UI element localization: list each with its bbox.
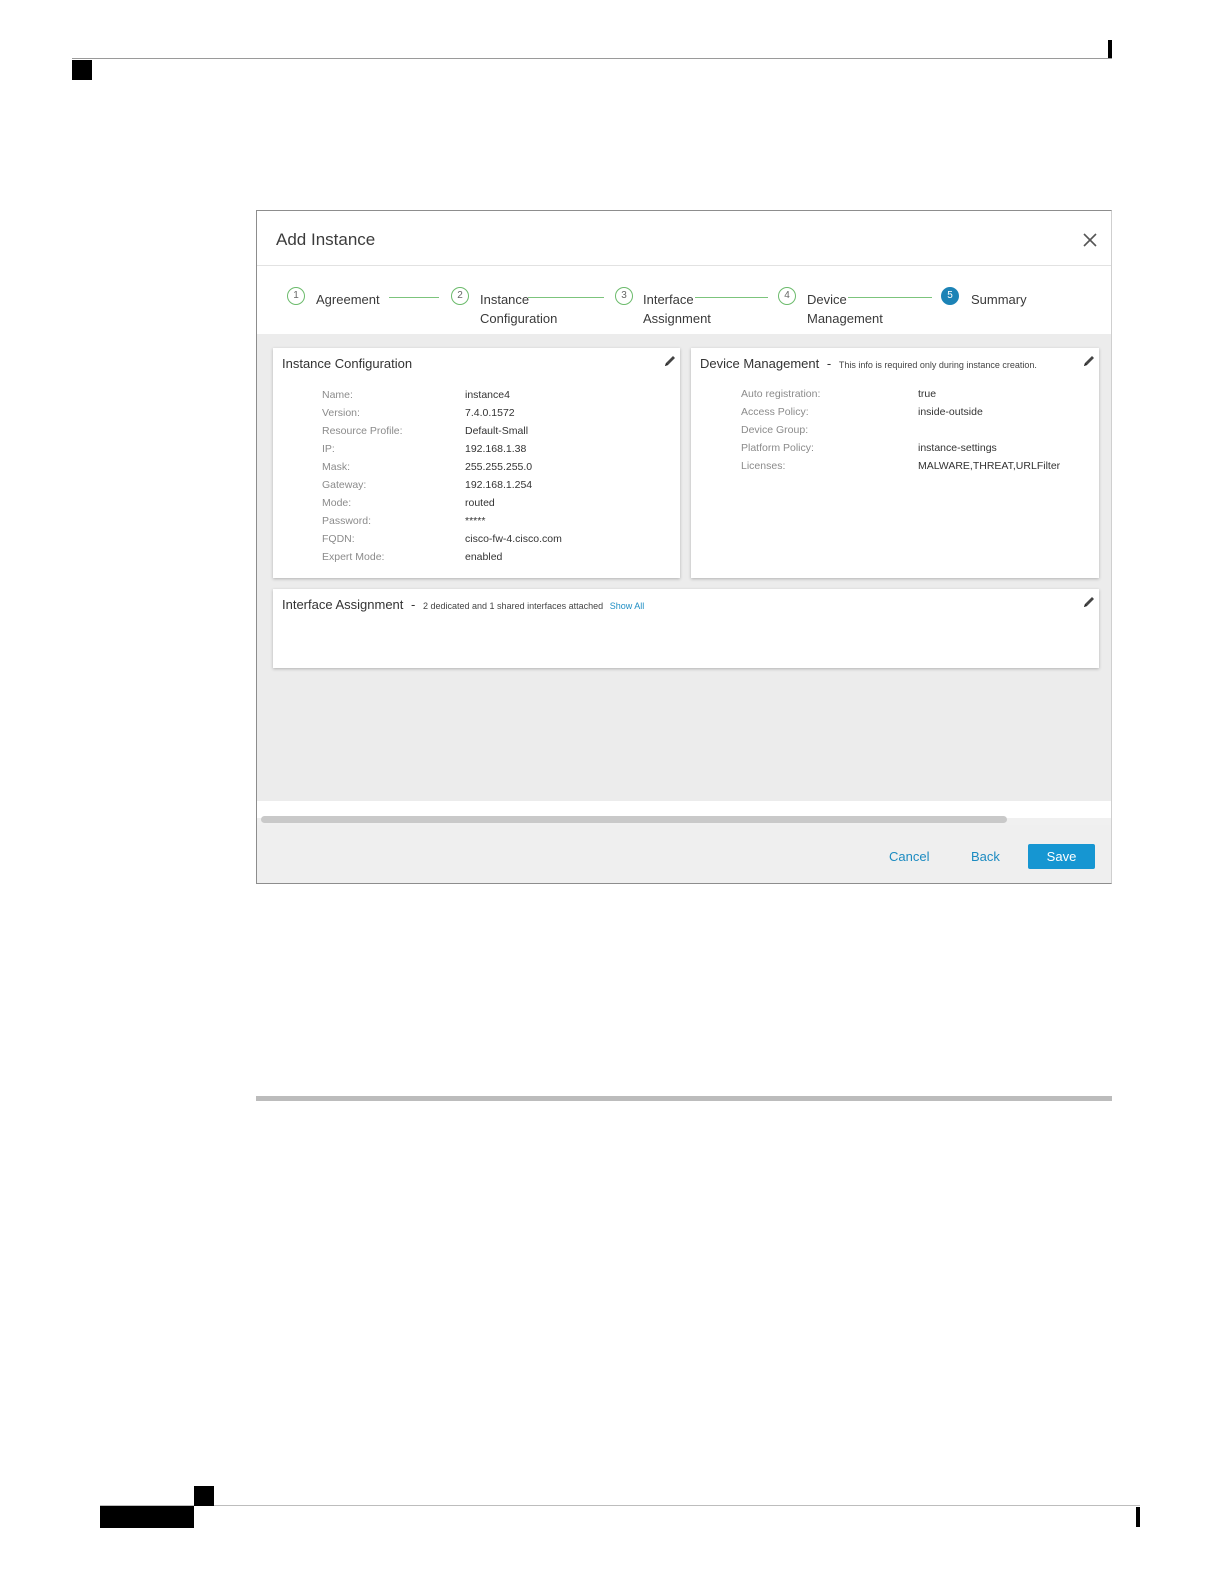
step-2-label[interactable]: Instance Configuration [480, 290, 557, 328]
step-1-label-line1: Agreement [316, 292, 380, 307]
step-4-label[interactable]: Device Management [807, 290, 883, 328]
field-label: Gateway: [322, 479, 367, 491]
field-label: FQDN: [322, 533, 355, 545]
field-label: Mask: [322, 461, 351, 473]
field-value: instance-settings [918, 442, 997, 454]
field-label: Resource Profile: [322, 425, 403, 437]
page-footer-tick [1136, 1507, 1140, 1527]
page-footer-rule [100, 1505, 1140, 1506]
field-value: MALWARE,THREAT,URLFilter [918, 460, 1061, 472]
show-all-link[interactable]: Show All [610, 601, 645, 611]
title-separator: - [826, 356, 832, 371]
step-1-circle[interactable]: 1 [287, 287, 305, 305]
page-footer-marker [100, 1506, 194, 1528]
save-button[interactable]: Save [1028, 844, 1095, 869]
field-value: enabled [465, 551, 503, 563]
field-label: Access Policy: [741, 406, 809, 418]
interface-assignment-title: Interface Assignment - 2 dedicated and 1… [282, 597, 644, 612]
step-4-label-line1: Device [807, 292, 847, 307]
device-management-title: Device Management - This info is require… [700, 356, 1037, 371]
cancel-button[interactable]: Cancel [889, 849, 929, 864]
back-button[interactable]: Back [971, 849, 1000, 864]
interface-assignment-card: Interface Assignment - 2 dedicated and 1… [273, 589, 1099, 668]
device-management-card: Device Management - This info is require… [691, 348, 1099, 578]
field-value: routed [465, 497, 495, 509]
page-header-tick [1108, 40, 1112, 58]
field-label: Auto registration: [741, 388, 821, 400]
step-3-label-line1: Interface [643, 292, 694, 307]
interface-assignment-note: 2 dedicated and 1 shared interfaces atta… [423, 601, 604, 611]
pencil-icon[interactable] [663, 354, 677, 368]
field-value: 192.168.1.38 [465, 443, 527, 455]
step-1-label[interactable]: Agreement [316, 290, 380, 309]
title-separator: - [411, 597, 416, 612]
page-header-marker [72, 60, 92, 80]
device-management-note: This info is required only during instan… [838, 360, 1037, 370]
step-5-label-line1: Summary [971, 292, 1027, 307]
dialog-title: Add Instance [276, 230, 376, 249]
instance-configuration-title: Instance Configuration [282, 356, 413, 371]
step-2-label-line1: Instance [480, 292, 530, 307]
instance-configuration-card: Instance Configuration Name: instance4 V… [273, 348, 680, 578]
field-label: Licenses: [741, 460, 786, 472]
field-label: Platform Policy: [741, 442, 814, 454]
field-value: true [918, 388, 937, 400]
field-label: IP: [322, 443, 335, 455]
step-4-label-line2: Management [807, 311, 883, 326]
summary-content: Instance Configuration Name: instance4 V… [257, 334, 1111, 801]
step-2-label-line2: Configuration [480, 311, 558, 326]
step-3-label[interactable]: Interface Assignment [643, 290, 711, 328]
interface-assignment-title-text: Interface Assignment [282, 597, 404, 612]
pencil-icon[interactable] [1082, 595, 1096, 609]
step-connector [528, 297, 604, 298]
field-value: ***** [465, 515, 486, 527]
step-4-circle[interactable]: 4 [778, 287, 796, 305]
page-header-rule [72, 58, 1112, 59]
pencil-icon[interactable] [1082, 354, 1096, 368]
step-5-label[interactable]: Summary [971, 290, 1027, 309]
field-label: Name: [322, 389, 353, 401]
field-label: Expert Mode: [322, 551, 385, 563]
field-value: 255.255.255.0 [465, 461, 533, 473]
dialog-footer: Cancel Back Save [257, 825, 1111, 883]
wizard-stepper: 1 Agreement 2 Instance Configuration 3 I… [257, 266, 1111, 334]
step-3-label-line2: Assignment [643, 311, 711, 326]
horizontal-scrollbar[interactable] [261, 816, 1007, 823]
page-footer-marker-small [194, 1486, 214, 1506]
device-management-title-text: Device Management [700, 356, 820, 371]
field-label: Mode: [322, 497, 352, 509]
field-label: Version: [322, 407, 360, 419]
step-connector [848, 297, 932, 298]
field-value: Default-Small [465, 425, 529, 437]
step-connector [389, 297, 439, 298]
field-value: instance4 [465, 389, 510, 401]
field-value: cisco-fw-4.cisco.com [465, 533, 562, 545]
field-value: 192.168.1.254 [465, 479, 533, 491]
step-2-circle[interactable]: 2 [451, 287, 469, 305]
close-icon[interactable] [1081, 231, 1099, 249]
add-instance-dialog: Add Instance 1 Agreement 2 Instance Conf… [256, 210, 1112, 884]
step-3-circle[interactable]: 3 [615, 287, 633, 305]
section-separator-rule [256, 1096, 1112, 1101]
field-value: inside-outside [918, 406, 983, 418]
field-label: Device Group: [741, 424, 809, 436]
field-value: 7.4.0.1572 [465, 407, 515, 419]
step-5-circle[interactable]: 5 [941, 287, 959, 305]
dialog-header: Add Instance [257, 211, 1111, 266]
field-label: Password: [322, 515, 372, 527]
step-connector [695, 297, 768, 298]
